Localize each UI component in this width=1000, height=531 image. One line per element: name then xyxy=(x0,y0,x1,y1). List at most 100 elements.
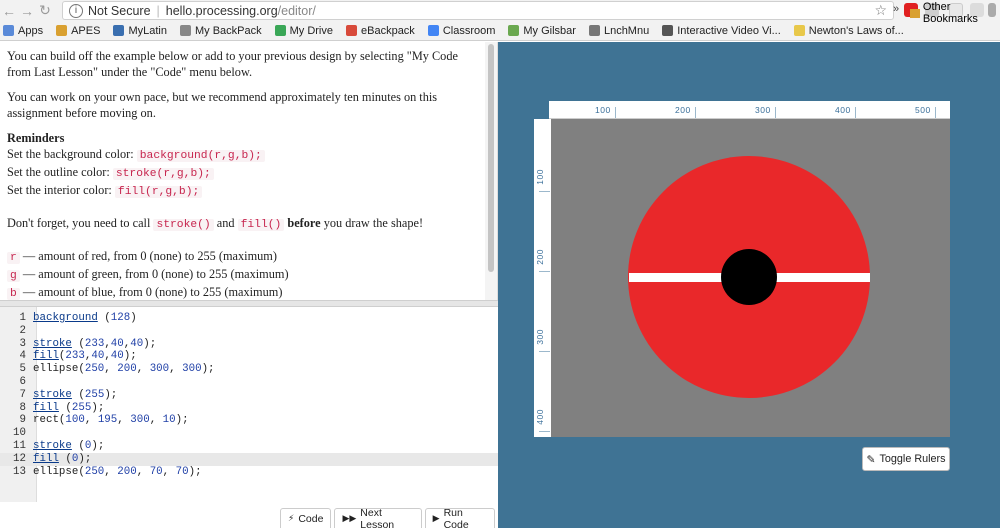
instruction-paragraph-2: You can work on your own pace, but we re… xyxy=(7,90,438,120)
bookmark-item[interactable]: MyLatin xyxy=(113,25,167,37)
bookmark-label: My Gilsbar xyxy=(523,24,576,37)
bookmark-item[interactable]: My BackPack xyxy=(179,24,262,37)
ruler-tick xyxy=(539,271,550,272)
code-menu-button[interactable]: ⚡ Code xyxy=(280,508,332,528)
code-text[interactable]: fill (0); xyxy=(33,453,91,466)
line-number: 12 xyxy=(13,452,26,465)
code-line[interactable]: 11 stroke (0); xyxy=(0,440,498,453)
url-host: hello.processing.org xyxy=(165,3,278,18)
ruler-tick xyxy=(539,431,550,432)
next-lesson-button[interactable]: ▶▶ Next Lesson xyxy=(334,507,422,531)
reminder-outline: Set the outline color: stroke(r,g,b); xyxy=(7,164,476,182)
toggle-rulers-button[interactable]: ✎ Toggle Rulers xyxy=(862,447,950,471)
ruler-top-label: 300 xyxy=(755,105,771,115)
bookmark-i-icon xyxy=(113,25,125,36)
page-icon xyxy=(588,25,600,36)
other-bookmarks-label: Other Bookmarks xyxy=(922,1,978,25)
ruler-tick xyxy=(855,107,856,118)
sketch-svg xyxy=(628,156,870,398)
play-icon: ▶ xyxy=(432,513,440,523)
bookmark-item[interactable]: Newton's Laws of... xyxy=(793,25,904,37)
bookmark-label: Interactive Video Vi... xyxy=(677,24,781,37)
bookmark-label: eBackpack xyxy=(361,24,415,37)
code-args: (255); xyxy=(58,401,105,414)
function-name: stroke xyxy=(33,439,72,452)
function-name: fill xyxy=(33,350,59,363)
function-name: fill xyxy=(33,401,59,414)
code-line[interactable]: 13 ellipse(250, 200, 70, 70); xyxy=(0,466,498,479)
top-ruler: 100 200 300 400 500 xyxy=(549,101,950,119)
code-background: background(r,g,b); xyxy=(136,150,265,162)
code-args: (255); xyxy=(71,388,118,401)
ruler-top-label: 100 xyxy=(595,105,611,115)
code-text[interactable]: fill(233,40,40); xyxy=(33,350,137,363)
ruler-tick xyxy=(695,107,696,118)
editor-button-bar: ⚡ Code ▶▶ Next Lesson ▶ Run Code xyxy=(280,507,498,531)
bookmark-label: My BackPack xyxy=(194,24,262,37)
info-icon[interactable]: i xyxy=(69,3,83,18)
code-line[interactable]: 8 fill (255); xyxy=(0,402,498,415)
scrollbar-thumb[interactable] xyxy=(488,44,494,272)
ruler-left-label: 200 xyxy=(535,249,545,265)
code-text[interactable]: background (128) xyxy=(33,312,137,325)
code-text[interactable]: stroke (0); xyxy=(33,440,104,453)
arrow-left-icon[interactable]: ← xyxy=(0,3,18,19)
code-line[interactable]: 6 xyxy=(0,376,498,389)
code-line[interactable]: 4 fill(233,40,40); xyxy=(0,350,498,363)
left-ruler: 100 200 300 400 xyxy=(534,119,551,437)
refresh-icon[interactable]: ↻ xyxy=(36,2,54,19)
line-number: 7 xyxy=(19,388,26,401)
bookmark-item[interactable]: Interactive Video Vi... xyxy=(662,25,781,37)
star-icon[interactable]: ☆ xyxy=(874,2,887,19)
code-args: (233,40,40); xyxy=(71,337,157,350)
bookmark-item[interactable]: eBackpack xyxy=(346,25,415,37)
code-line[interactable]: 2 xyxy=(0,325,498,338)
function-name: stroke xyxy=(33,388,72,401)
code-line[interactable]: 5 ellipse(250, 200, 300, 300); xyxy=(0,363,498,376)
code-text[interactable]: fill (255); xyxy=(33,402,104,415)
bookmark-item[interactable]: My Gilsbar xyxy=(508,25,576,37)
code-line[interactable]: 9 rect(100, 195, 300, 10); xyxy=(0,414,498,427)
bolt-icon: ⚡ xyxy=(288,513,295,523)
line-number: 2 xyxy=(19,324,26,337)
reminder-background: Set the background color: background(r,g… xyxy=(7,146,476,164)
bookmark-item[interactable]: LnchMnu xyxy=(588,25,649,37)
legend-r: r — amount of red, from 0 (none) to 255 … xyxy=(7,248,476,266)
ruler-left-label: 400 xyxy=(535,409,545,425)
bookmark-item[interactable]: My Drive xyxy=(274,24,333,37)
code-args: ellipse(250, 200, 70, 70); xyxy=(33,465,202,478)
apps-grid-icon xyxy=(3,25,14,36)
bookmark-item[interactable]: APES xyxy=(56,25,100,37)
code-line[interactable]: 1 background (128) xyxy=(0,312,498,325)
instructions-scrollbar[interactable] xyxy=(485,42,497,300)
code-line[interactable]: 10 xyxy=(0,427,498,440)
ruler-tick xyxy=(935,107,936,118)
not-secure-label: Not Secure xyxy=(88,3,151,18)
other-bookmarks[interactable]: Other Bookmarks xyxy=(910,1,1000,25)
code-line[interactable]: 3 stroke (233,40,40); xyxy=(0,338,498,351)
sketch-canvas xyxy=(551,119,950,437)
code-args: (128) xyxy=(97,312,137,324)
code-lines[interactable]: 1 background (128) 2 3 stroke (233,40,40); 4 f… xyxy=(0,312,498,478)
code-text[interactable]: stroke (233,40,40); xyxy=(33,338,156,351)
panel-divider[interactable] xyxy=(0,300,498,307)
black-center-circle xyxy=(721,249,777,305)
run-code-button[interactable]: ▶ Run Code xyxy=(424,507,495,531)
url-separator: | xyxy=(156,3,160,18)
google-g-icon xyxy=(427,25,439,36)
code-line[interactable]: 12 fill (0); xyxy=(0,452,498,466)
bookmark-label: My Drive xyxy=(289,24,333,37)
code-text[interactable]: stroke (255); xyxy=(33,389,117,402)
arrow-right-icon[interactable]: → xyxy=(18,3,36,19)
code-line[interactable]: 7 stroke (255); xyxy=(0,389,498,402)
bookmarks-more-icon[interactable]: » xyxy=(893,3,899,15)
ebackpack-icon xyxy=(346,25,357,36)
code-text[interactable]: ellipse(250, 200, 300, 300); xyxy=(33,363,215,376)
code-text[interactable]: ellipse(250, 200, 70, 70); xyxy=(33,466,202,479)
code-editor[interactable]: 1 background (128) 2 3 stroke (233,40,40); 4 f… xyxy=(0,307,498,531)
code-text[interactable]: rect(100, 195, 300, 10); xyxy=(33,414,189,427)
bookmarks-bar: Apps APES MyLatin My BackPack My Drive eBackp… xyxy=(0,21,1000,41)
bookmark-item[interactable]: Apps xyxy=(3,25,43,37)
address-bar[interactable]: i Not Secure | hello.processing.org /edi… xyxy=(62,1,894,20)
bookmark-item[interactable]: Classroom xyxy=(427,25,495,37)
